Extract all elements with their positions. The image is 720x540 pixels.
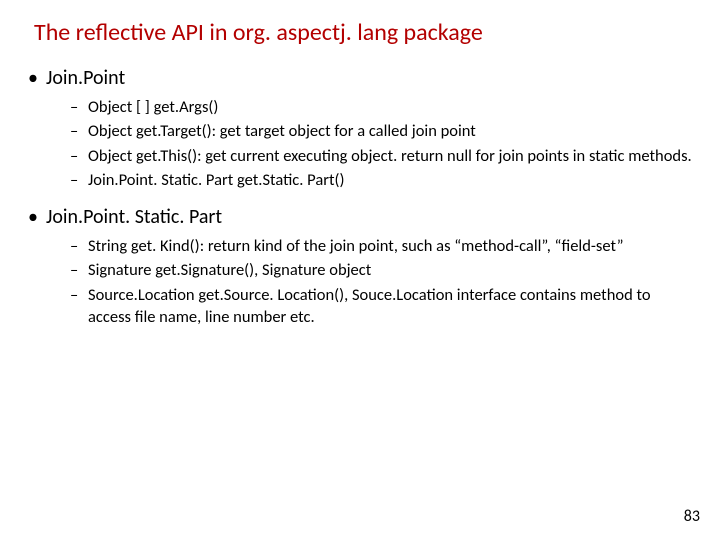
list-item-text: Object get.This(): get current executing… — [88, 145, 692, 167]
slide-title: The reflective API in org. aspectj. lang… — [34, 18, 692, 48]
bullet-marker: • — [28, 205, 46, 229]
dash-icon: – — [70, 120, 88, 142]
list-item: –Object get.Target(): get target object … — [70, 120, 692, 142]
dash-icon: – — [70, 235, 88, 257]
list-item-text: String get. Kind(): return kind of the j… — [88, 235, 692, 257]
slide: The reflective API in org. aspectj. lang… — [0, 0, 720, 540]
bullet-2-sublist: –String get. Kind(): return kind of the … — [28, 235, 692, 328]
dash-icon: – — [70, 145, 88, 167]
bullet-2-heading: Join.Point. Static. Part — [46, 205, 222, 229]
list-item: –Signature get.Signature(), Signature ob… — [70, 259, 692, 281]
bullet-marker: • — [28, 66, 46, 90]
list-item: –String get. Kind(): return kind of the … — [70, 235, 692, 257]
bullet-1-heading: Join.Point — [46, 66, 125, 90]
bullet-1-sublist: –Object [ ] get.Args() –Object get.Targe… — [28, 96, 692, 191]
list-item-text: Object [ ] get.Args() — [88, 96, 692, 118]
dash-icon: – — [70, 259, 88, 281]
dash-icon: – — [70, 96, 88, 118]
list-item-text: Signature get.Signature(), Signature obj… — [88, 259, 692, 281]
bullet-2: •Join.Point. Static. Part — [28, 205, 692, 229]
list-item-text: Source.Location get.Source. Location(), … — [88, 284, 692, 329]
list-item: –Object [ ] get.Args() — [70, 96, 692, 118]
list-item: –Join.Point. Static. Part get.Static. Pa… — [70, 169, 692, 191]
list-item-text: Join.Point. Static. Part get.Static. Par… — [88, 169, 692, 191]
dash-icon: – — [70, 169, 88, 191]
list-item-text: Object get.Target(): get target object f… — [88, 120, 692, 142]
page-number: 83 — [684, 507, 700, 526]
bullet-1: •Join.Point — [28, 66, 692, 90]
list-item: –Source.Location get.Source. Location(),… — [70, 284, 692, 329]
list-item: –Object get.This(): get current executin… — [70, 145, 692, 167]
dash-icon: – — [70, 284, 88, 329]
